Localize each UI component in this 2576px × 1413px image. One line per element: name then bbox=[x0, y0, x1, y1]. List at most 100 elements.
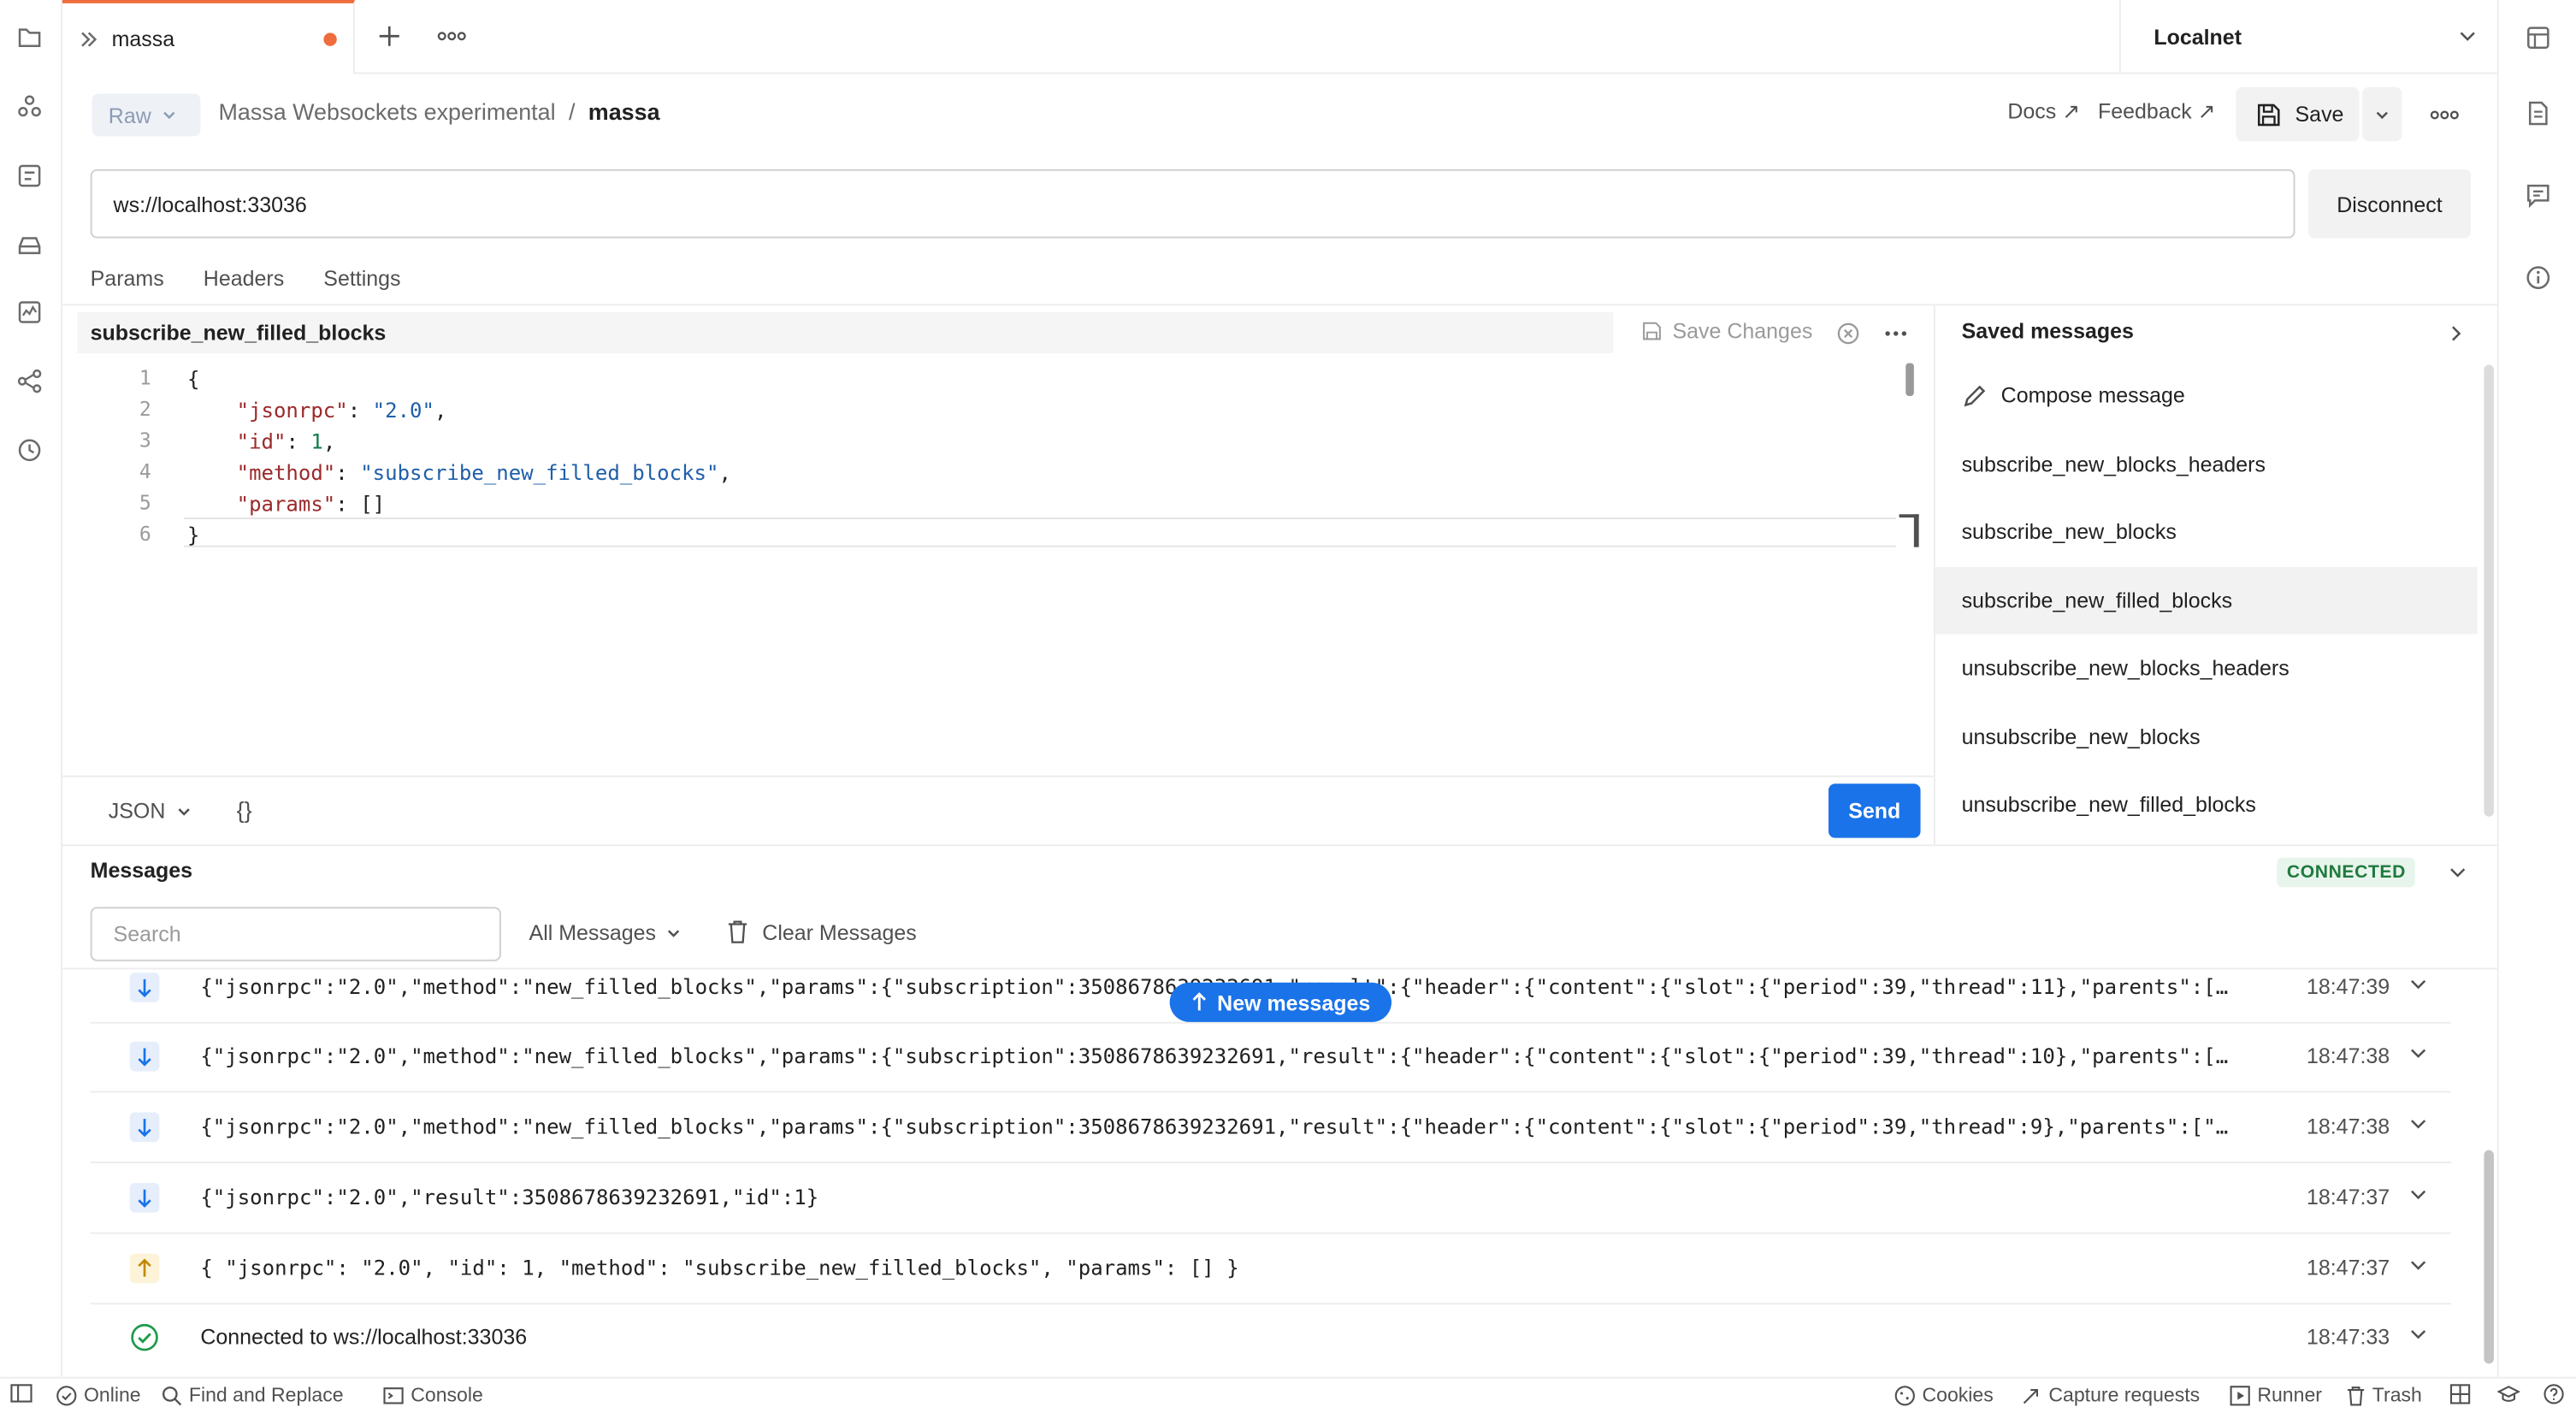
saved-messages-scrollbar[interactable] bbox=[2484, 364, 2494, 817]
breadcrumb-separator: / bbox=[568, 98, 576, 125]
save-changes-label: Save Changes bbox=[1672, 318, 1813, 344]
send-label: Send bbox=[1848, 798, 1901, 824]
environments-icon[interactable] bbox=[13, 91, 45, 123]
runner-button[interactable]: Runner bbox=[2230, 1383, 2322, 1406]
message-filter-dropdown[interactable]: All Messages bbox=[529, 920, 682, 945]
workspace-overview-icon[interactable] bbox=[2522, 21, 2555, 54]
saved-message-item[interactable]: unsubscribe_new_filled_blocks bbox=[1935, 771, 2478, 838]
comments-icon[interactable] bbox=[2522, 179, 2555, 211]
code-editor[interactable]: 1 2 3 4 5 6 { "jsonrpc": "2.0", "id": 1,… bbox=[115, 364, 1895, 774]
tab-massa[interactable]: massa bbox=[62, 0, 355, 74]
code-line: "jsonrpc": "2.0", bbox=[236, 397, 447, 423]
trash-button[interactable]: Trash bbox=[2346, 1383, 2422, 1406]
mode-dropdown[interactable]: Raw bbox=[92, 93, 201, 137]
cookies-button[interactable]: Cookies bbox=[1894, 1383, 1994, 1406]
toggle-sidebar-icon[interactable] bbox=[10, 1383, 33, 1403]
message-time: 18:47:37 bbox=[2306, 1184, 2390, 1209]
message-text: {"jsonrpc":"2.0","method":"new_filled_bl… bbox=[200, 1114, 2229, 1139]
send-button[interactable]: Send bbox=[1828, 783, 1921, 838]
clear-messages-button[interactable]: Clear Messages bbox=[726, 919, 917, 945]
saved-message-item[interactable]: unsubscribe_new_blocks bbox=[1935, 703, 2478, 771]
message-time: 18:47:38 bbox=[2306, 1043, 2390, 1068]
compose-label: Compose message bbox=[2000, 382, 2185, 408]
documentation-icon[interactable] bbox=[2522, 97, 2555, 129]
saved-message-item[interactable]: subscribe_new_filled_blocks bbox=[1935, 566, 2478, 635]
chevron-down-icon[interactable] bbox=[2408, 1114, 2428, 1133]
save-icon bbox=[1641, 321, 1663, 342]
message-name-input[interactable]: subscribe_new_filled_blocks bbox=[77, 311, 1614, 353]
console-button[interactable]: Console bbox=[383, 1383, 483, 1406]
url-input[interactable]: ws://localhost:33036 bbox=[90, 168, 2295, 239]
pencil-icon bbox=[1962, 382, 1988, 409]
message-row[interactable]: Connected to ws://localhost:33036 18:47:… bbox=[91, 1303, 2451, 1374]
save-changes-button[interactable]: Save Changes bbox=[1641, 318, 1813, 344]
breadcrumb-collection[interactable]: Massa Websockets experimental bbox=[218, 98, 555, 125]
bootcamp-icon[interactable] bbox=[2496, 1383, 2520, 1404]
incoming-arrow-icon bbox=[129, 1112, 160, 1143]
capture-requests-button[interactable]: Capture requests bbox=[2021, 1383, 2200, 1406]
code-line: "id": 1, bbox=[236, 429, 336, 454]
breadcrumb-request[interactable]: massa bbox=[588, 98, 660, 125]
save-button[interactable]: Save bbox=[2236, 86, 2360, 142]
more-actions-icon[interactable] bbox=[2430, 103, 2460, 127]
chevron-down-icon[interactable] bbox=[2408, 1043, 2428, 1063]
chevron-down-icon[interactable] bbox=[2448, 862, 2467, 882]
collections-icon[interactable] bbox=[13, 21, 45, 54]
layout-icon[interactable] bbox=[2449, 1383, 2471, 1404]
message-row[interactable]: {"jsonrpc":"2.0","method":"new_filled_bl… bbox=[90, 1092, 2452, 1164]
message-row[interactable]: { "jsonrpc": "2.0", "id": 1, "method": "… bbox=[90, 1234, 2452, 1305]
search-placeholder: Search bbox=[113, 921, 181, 947]
play-icon bbox=[2230, 1385, 2250, 1405]
save-options-button[interactable] bbox=[2362, 86, 2402, 142]
code-line: "method": "subscribe_new_filled_blocks", bbox=[236, 459, 731, 485]
language-dropdown[interactable]: JSON bbox=[109, 799, 192, 823]
apis-icon[interactable] bbox=[13, 159, 45, 192]
tab-params[interactable]: Params bbox=[91, 266, 164, 291]
flows-icon[interactable] bbox=[13, 364, 45, 397]
environment-name: Localnet bbox=[2154, 24, 2242, 50]
monitors-icon[interactable] bbox=[13, 296, 45, 328]
find-replace-button[interactable]: Find and Replace bbox=[161, 1383, 344, 1406]
line-number: 3 bbox=[139, 429, 151, 452]
feedback-link[interactable]: Feedback ↗ bbox=[2098, 98, 2216, 125]
editor-scrollbar[interactable] bbox=[1905, 363, 1914, 396]
save-label: Save bbox=[2295, 102, 2344, 127]
info-icon[interactable] bbox=[2522, 261, 2555, 293]
capture-icon bbox=[2023, 1388, 2038, 1404]
new-messages-button[interactable]: New messages bbox=[1169, 982, 1392, 1022]
message-options-icon[interactable] bbox=[1882, 322, 1909, 346]
tab-headers[interactable]: Headers bbox=[204, 266, 284, 291]
online-status[interactable]: Online bbox=[56, 1383, 141, 1406]
chevron-right-icon[interactable] bbox=[2448, 323, 2464, 343]
check-circle-icon bbox=[56, 1385, 77, 1405]
message-time: 18:47:37 bbox=[2306, 1255, 2390, 1280]
status-badge: CONNECTED bbox=[2277, 857, 2416, 888]
chevron-down-icon[interactable] bbox=[2408, 1324, 2428, 1344]
message-row[interactable]: {"jsonrpc":"2.0","method":"new_filled_bl… bbox=[90, 1022, 2452, 1093]
chevron-down-icon[interactable] bbox=[2408, 974, 2428, 994]
saved-message-item[interactable]: subscribe_new_blocks bbox=[1935, 498, 2478, 565]
status-bar: Online Find and Replace Console Cookies … bbox=[0, 1376, 2576, 1413]
chevron-down-icon[interactable] bbox=[2408, 1256, 2428, 1275]
help-icon[interactable] bbox=[2544, 1383, 2565, 1404]
beautify-button[interactable]: {} bbox=[237, 797, 252, 824]
discard-icon[interactable] bbox=[1837, 322, 1860, 346]
messages-scrollbar[interactable] bbox=[2484, 1150, 2494, 1364]
new-tab-icon[interactable] bbox=[378, 25, 401, 48]
more-tabs-icon[interactable] bbox=[437, 25, 467, 48]
chevron-down-icon bbox=[2374, 106, 2390, 122]
docs-link[interactable]: Docs ↗ bbox=[2007, 98, 2080, 125]
tab-settings[interactable]: Settings bbox=[323, 266, 400, 291]
mock-servers-icon[interactable] bbox=[13, 228, 45, 261]
saved-message-item[interactable]: subscribe_new_blocks_headers bbox=[1935, 430, 2478, 498]
disconnect-button[interactable]: Disconnect bbox=[2307, 168, 2472, 239]
saved-message-item[interactable]: unsubscribe_new_blocks_headers bbox=[1935, 634, 2478, 701]
chevron-down-icon[interactable] bbox=[2408, 1185, 2428, 1204]
line-number: 1 bbox=[139, 366, 151, 390]
compose-message-button[interactable]: Compose message bbox=[1935, 362, 2478, 429]
left-sidebar bbox=[0, 0, 62, 1377]
environment-selector[interactable]: Localnet bbox=[2118, 0, 2497, 74]
line-number: 2 bbox=[139, 397, 151, 421]
history-icon[interactable] bbox=[13, 434, 45, 466]
message-row[interactable]: {"jsonrpc":"2.0","result":35086786392326… bbox=[90, 1163, 2452, 1234]
